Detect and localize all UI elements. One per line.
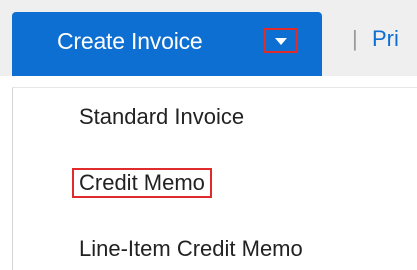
create-invoice-menu: Standard Invoice Credit Memo Line-Item C… <box>12 87 417 270</box>
create-invoice-button[interactable]: Create Invoice <box>12 12 322 76</box>
print-link[interactable]: Pri <box>372 26 399 52</box>
create-invoice-label: Create Invoice <box>57 28 203 54</box>
toolbar: Create Invoice | Pri <box>0 0 417 76</box>
menu-item-standard-invoice[interactable]: Standard Invoice <box>79 103 244 131</box>
create-invoice-dropdown-toggle[interactable] <box>264 28 298 53</box>
menu-item-line-item-credit-memo[interactable]: Line-Item Credit Memo <box>79 235 303 263</box>
caret-down-icon <box>275 38 287 45</box>
toolbar-separator: | <box>352 26 358 51</box>
menu-item-credit-memo[interactable]: Credit Memo <box>72 168 212 198</box>
